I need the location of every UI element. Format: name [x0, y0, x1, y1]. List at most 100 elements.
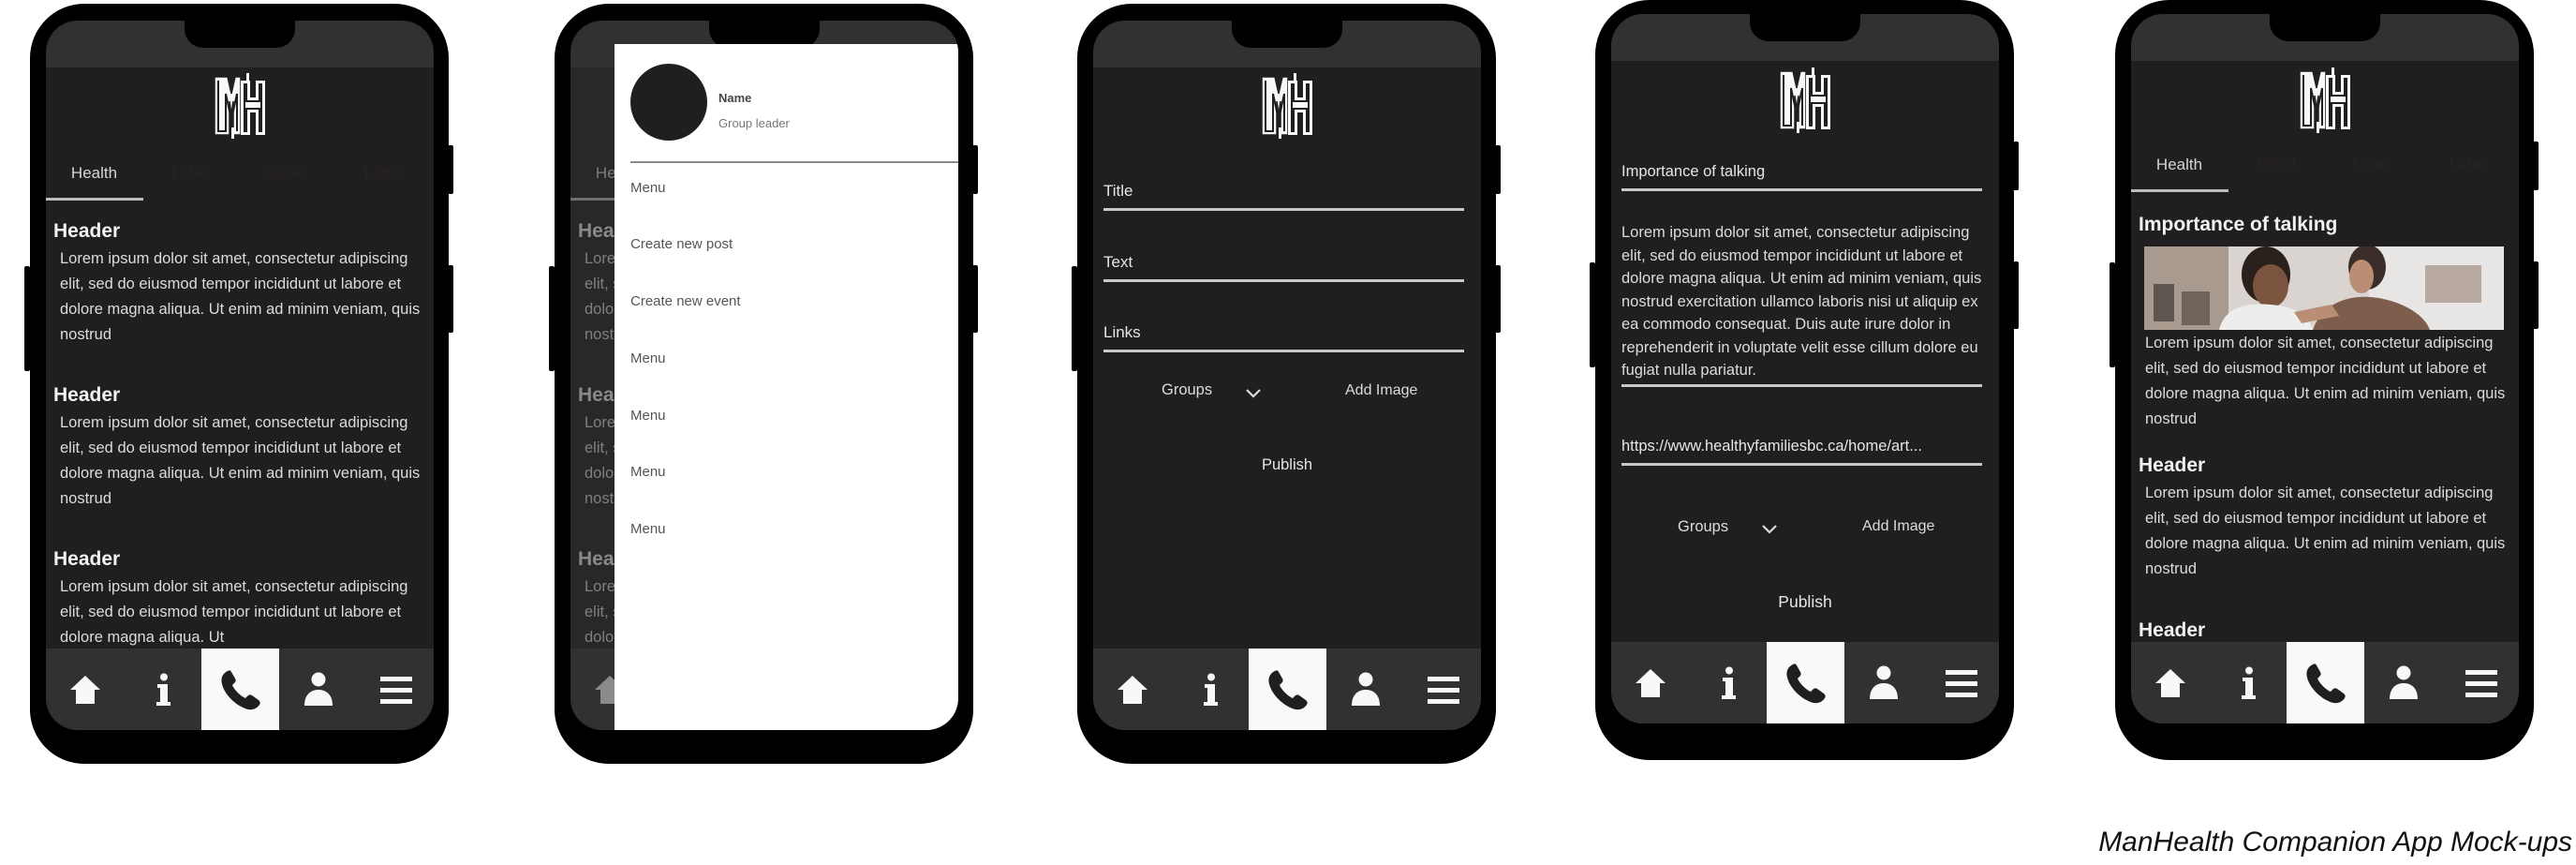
tab-bar: Health Label Label Label — [46, 154, 434, 201]
nav-home[interactable] — [46, 649, 124, 730]
title-field[interactable]: Importance of talking — [1621, 155, 1982, 191]
nav-menu[interactable] — [2442, 642, 2519, 723]
article-card[interactable]: Header Lorem ipsum dolor sit amet, conse… — [2139, 455, 2511, 582]
tab-label[interactable]: Label — [142, 154, 239, 193]
nav-profile[interactable] — [1844, 642, 1922, 723]
power-button — [2013, 261, 2019, 329]
active-tab-indicator — [46, 198, 143, 201]
nav-call[interactable] — [1249, 649, 1326, 730]
article-card[interactable]: Importance of talking — [2139, 214, 2511, 240]
hamburger-menu-icon — [2465, 667, 2497, 699]
groups-dropdown[interactable]: Groups — [1678, 518, 1728, 536]
nav-info[interactable] — [124, 649, 201, 730]
nav-profile[interactable] — [279, 649, 357, 730]
article-card[interactable]: Header Lorem ipsum dolor sit amet, conse… — [53, 384, 426, 512]
drawer-item-menu[interactable]: Menu — [630, 350, 666, 366]
drawer-item-create-post[interactable]: Create new post — [630, 236, 733, 252]
drawer-item-create-event[interactable]: Create new event — [630, 293, 741, 309]
nav-home[interactable] — [1611, 642, 1689, 723]
chevron-down-icon[interactable] — [1246, 389, 1261, 398]
volume-up-button — [972, 145, 978, 194]
chevron-down-icon[interactable] — [1762, 525, 1777, 534]
phone-create-post-filled: Importance of talking Lorem ipsum dolor … — [1590, 0, 2019, 760]
profile-name: Name — [718, 91, 752, 105]
tab-health[interactable]: Health — [2131, 145, 2228, 185]
home-icon — [1117, 674, 1148, 706]
bottom-nav — [1093, 649, 1481, 730]
nav-home[interactable] — [1093, 649, 1171, 730]
hamburger-menu-icon — [1946, 667, 1977, 699]
person-icon — [2388, 665, 2420, 701]
links-field[interactable]: https://www.healthyfamiliesbc.ca/home/ar… — [1621, 429, 1982, 466]
home-icon — [2154, 667, 2186, 699]
side-button — [1590, 262, 1595, 367]
article-image — [2144, 246, 2504, 330]
volume-up-button — [2533, 142, 2539, 190]
nav-info[interactable] — [1171, 649, 1249, 730]
nav-profile[interactable] — [2364, 642, 2442, 723]
publish-button[interactable]: Publish — [1093, 456, 1481, 474]
article-header: Header — [53, 220, 121, 242]
drawer-item-menu[interactable]: Menu — [630, 464, 666, 480]
title-value: Importance of talking — [1621, 163, 1766, 180]
drawer-item-menu[interactable]: Menu — [630, 180, 666, 196]
tab-label[interactable]: Label — [2421, 145, 2517, 185]
phone-icon — [218, 667, 263, 712]
links-placeholder: Links — [1103, 323, 1141, 341]
nav-menu[interactable] — [1922, 642, 1999, 723]
person-icon — [1868, 665, 1900, 701]
screen: Health Header Lorem ipsum dolor sit amet… — [570, 21, 958, 730]
nav-menu[interactable] — [1404, 649, 1481, 730]
add-image-button[interactable]: Add Image — [1345, 382, 1417, 399]
nav-call[interactable] — [201, 649, 279, 730]
nav-call[interactable] — [1767, 642, 1844, 723]
groups-dropdown[interactable]: Groups — [1162, 381, 1212, 399]
screen: Health Label Label Label Header Lorem ip… — [46, 21, 434, 730]
profile-role: Group leader — [718, 116, 790, 130]
phone-drawer: Health Header Lorem ipsum dolor sit amet… — [549, 4, 978, 764]
drawer-item-menu[interactable]: Menu — [630, 521, 666, 537]
figure-caption: ManHealth Companion App Mock-ups — [2098, 827, 2572, 858]
nav-profile[interactable] — [1326, 649, 1404, 730]
phone-icon — [1266, 667, 1310, 712]
tab-health[interactable]: Health — [46, 154, 142, 193]
nav-info[interactable] — [1689, 642, 1767, 723]
title-placeholder: Title — [1103, 182, 1133, 200]
tab-label[interactable]: Label — [239, 154, 335, 193]
drawer-item-menu[interactable]: Menu — [630, 408, 666, 424]
article-card[interactable]: Header Lorem ipsum dolor sit amet, conse… — [53, 548, 426, 650]
tab-label[interactable]: Label — [2324, 145, 2421, 185]
screen: Importance of talking Lorem ipsum dolor … — [1611, 14, 1999, 723]
side-button — [2110, 262, 2115, 367]
tab-label[interactable]: Label — [2228, 145, 2324, 185]
nav-call[interactable] — [2287, 642, 2364, 723]
text-field[interactable]: Lorem ipsum dolor sit amet, consectetur … — [1621, 221, 1982, 387]
text-placeholder: Text — [1103, 253, 1133, 271]
add-image-button[interactable]: Add Image — [1862, 518, 1934, 535]
text-field[interactable]: Text — [1103, 246, 1464, 282]
article-body: Lorem ipsum dolor sit amet, consectetur … — [2145, 335, 2506, 427]
nav-info[interactable] — [2209, 642, 2287, 723]
article-card[interactable]: Header Lorem ipsum dolor sit amet, conse… — [53, 220, 426, 348]
links-field[interactable]: Links — [1103, 316, 1464, 352]
title-field[interactable]: Title — [1103, 174, 1464, 211]
avatar[interactable] — [630, 64, 707, 141]
volume-up-button — [448, 145, 453, 194]
publish-button[interactable]: Publish — [1611, 592, 1999, 612]
side-button — [549, 266, 555, 371]
nav-home[interactable] — [2131, 642, 2209, 723]
info-icon — [2239, 666, 2258, 700]
notch — [1232, 21, 1342, 48]
nav-menu[interactable] — [357, 649, 434, 730]
article-card-body: Lorem ipsum dolor sit amet, consectetur … — [2139, 331, 2511, 432]
home-icon — [69, 674, 101, 706]
article-body: Lorem ipsum dolor sit amet, consectetur … — [60, 250, 421, 343]
tab-label[interactable]: Label — [335, 154, 432, 193]
power-button — [448, 265, 453, 333]
manhealth-logo-icon — [1260, 73, 1314, 139]
power-button — [2533, 261, 2539, 329]
article-body: Lorem ipsum dolor sit amet, consectetur … — [60, 414, 421, 507]
navigation-drawer: Name Group leader Menu Create new post C… — [614, 44, 958, 730]
article-photo-two-men-talking — [2144, 246, 2504, 330]
screen: Health Label Label Label Importance of t… — [2131, 14, 2519, 723]
